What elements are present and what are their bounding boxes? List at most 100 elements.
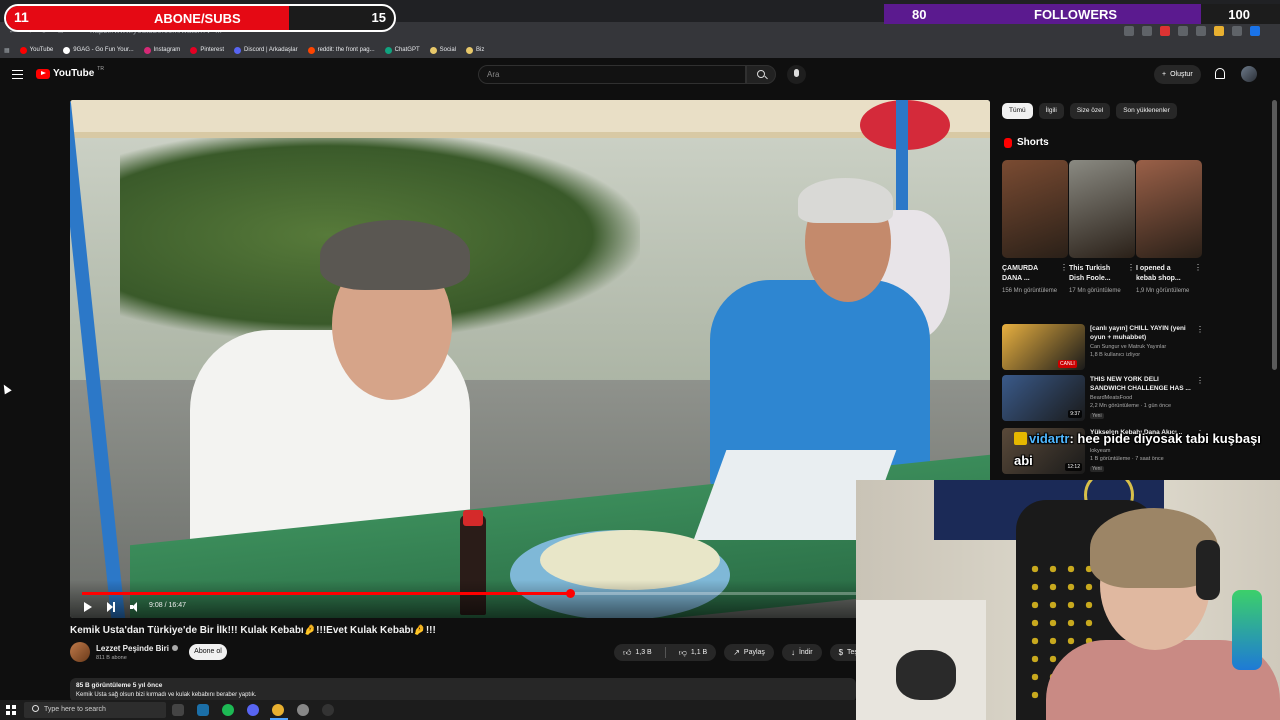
short-views: 156 Mn görüntüleme xyxy=(1002,288,1058,294)
chrome-icon[interactable] xyxy=(272,704,284,716)
short-card[interactable]: ÇAMURDA DANA ... 156 Mn görüntüleme ⋮ xyxy=(1002,160,1068,295)
follower-count: 80 xyxy=(912,7,927,22)
short-thumbnail[interactable] xyxy=(1136,160,1202,258)
youtube-logo-text: YouTube xyxy=(53,68,95,79)
recommendation-thumbnail[interactable]: CANLI xyxy=(1002,324,1085,370)
create-button[interactable]: + Oluştur xyxy=(1154,65,1201,84)
short-thumbnail[interactable] xyxy=(1069,160,1135,258)
dislike-button[interactable]: 👎︎ 1,1 B xyxy=(670,644,716,661)
like-button[interactable]: 👍︎ 1,3 B xyxy=(614,644,661,661)
channel-name-text[interactable]: Lezzet Peşinde Biri xyxy=(96,644,169,653)
bookmark-item[interactable]: Discord | Arkadaşlar xyxy=(234,46,298,54)
bookmark-item[interactable]: reddit: the front pag... xyxy=(307,46,375,54)
recommendation-item[interactable]: 9:37 THIS NEW YORK DELI SANDWICH CHALLENG… xyxy=(1002,375,1204,423)
shorts-heading-text: Shorts xyxy=(1017,137,1049,148)
filter-chip[interactable]: Son yüklenenler xyxy=(1116,103,1177,119)
extension-icon[interactable] xyxy=(1232,26,1242,36)
discord-icon[interactable] xyxy=(247,704,259,716)
spotify-icon[interactable] xyxy=(222,704,234,716)
filter-chip[interactable]: Tümü xyxy=(1002,103,1033,119)
follower-goal-bar: 80 FOLLOWERS 100 xyxy=(884,4,1280,24)
chat-badge-icon xyxy=(1014,432,1027,445)
verified-icon xyxy=(171,645,178,651)
short-card[interactable]: I opened a kebab shop... 1,9 Mn görüntüle… xyxy=(1136,160,1202,295)
apps-icon[interactable]: ▦ xyxy=(4,47,10,54)
search-button[interactable] xyxy=(746,65,776,84)
bookmark-item[interactable]: Social xyxy=(429,46,456,54)
play-icon[interactable] xyxy=(84,602,92,612)
bookmark-label: ChatGPT xyxy=(394,47,420,53)
more-options-icon[interactable]: ⋮ xyxy=(1060,264,1068,272)
channel-name[interactable]: Lezzet Peşinde Biri xyxy=(96,644,178,653)
extension-icon[interactable] xyxy=(1178,26,1188,36)
short-title[interactable]: ÇAMURDA DANA ... xyxy=(1002,264,1058,284)
settings-icon[interactable] xyxy=(297,704,309,716)
filter-chip[interactable]: Size özel xyxy=(1069,103,1111,119)
bookmark-item[interactable]: YouTube xyxy=(19,46,53,54)
recommendation-channel[interactable]: BeardMeatsFood xyxy=(1090,395,1132,401)
webcam-headset xyxy=(1196,540,1220,600)
recommendation-title[interactable]: [canlı yayın] CHILL YAYIN (yeni oyun + m… xyxy=(1090,324,1196,342)
recommendation-meta: 2,2 Mn görüntüleme · 1 gün önce xyxy=(1090,403,1172,409)
recommendation-thumbnail[interactable]: 9:37 xyxy=(1002,375,1085,421)
short-views: 1,9 Mn görüntüleme xyxy=(1136,288,1190,294)
extension-icon[interactable] xyxy=(1124,26,1134,36)
like-count: 1,3 B xyxy=(635,649,652,656)
task-view-icon[interactable] xyxy=(172,704,184,716)
extension-icon[interactable] xyxy=(1142,26,1152,36)
progress-fill xyxy=(82,592,571,595)
search-icon xyxy=(757,70,765,78)
extension-icon[interactable] xyxy=(1160,26,1170,36)
search-placeholder: Ara xyxy=(487,70,500,79)
follower-goal-label: FOLLOWERS xyxy=(1034,7,1118,22)
channel-avatar[interactable] xyxy=(70,642,90,662)
progress-bar[interactable] xyxy=(82,589,978,598)
video-player[interactable]: 9:08 / 16:47 xyxy=(70,100,990,618)
bookmark-item[interactable]: ChatGPT xyxy=(384,46,420,54)
sidebar-scrollbar[interactable] xyxy=(1272,100,1277,370)
bookmark-label: reddit: the front pag... xyxy=(317,47,375,53)
follower-goal-target: 100 xyxy=(1228,7,1250,22)
user-avatar[interactable] xyxy=(1241,66,1257,82)
bookmark-item[interactable]: Biz xyxy=(465,46,485,54)
bookmark-label: Social xyxy=(439,47,456,53)
volume-icon[interactable] xyxy=(130,602,140,612)
filter-chip[interactable]: İlgili xyxy=(1038,103,1064,119)
more-options-icon[interactable]: ⋮ xyxy=(1127,264,1135,272)
extension-icon[interactable] xyxy=(1214,26,1224,36)
recommendation-channel[interactable]: Can Sungur ve Matruk Yayınlar xyxy=(1090,344,1166,350)
download-button[interactable]: ↓ İndir xyxy=(781,644,822,661)
next-icon[interactable] xyxy=(107,602,115,612)
recommendation-title[interactable]: THIS NEW YORK DELI SANDWICH CHALLENGE HA… xyxy=(1090,375,1196,393)
recommendation-item[interactable]: CANLI [canlı yayın] CHILL YAYIN (yeni oyu… xyxy=(1002,324,1204,372)
subscribe-button[interactable]: Abone ol xyxy=(189,644,227,660)
video-title: Kemik Usta'dan Türkiye'de Bir İlk!!! Kul… xyxy=(70,625,436,636)
more-options-icon[interactable]: ⋮ xyxy=(1196,326,1204,334)
obs-icon[interactable] xyxy=(322,704,334,716)
menu-icon[interactable] xyxy=(12,70,23,79)
windows-start-icon[interactable] xyxy=(6,705,16,715)
short-thumbnail[interactable] xyxy=(1002,160,1068,258)
search-icon xyxy=(32,705,39,712)
bookmark-item[interactable]: Pinterest xyxy=(190,46,224,54)
taskbar-search-input[interactable]: Type here to search xyxy=(24,702,166,718)
extension-icon[interactable] xyxy=(1196,26,1206,36)
more-options-icon[interactable]: ⋮ xyxy=(1194,264,1202,272)
more-options-icon[interactable]: ⋮ xyxy=(1196,377,1204,385)
steam-icon[interactable] xyxy=(197,704,209,716)
notifications-bell-icon[interactable] xyxy=(1215,68,1225,79)
bookmark-item[interactable]: Instagram xyxy=(143,46,180,54)
share-button[interactable]: ↗ Paylaş xyxy=(724,644,774,661)
short-card[interactable]: This Turkish Dish Foole... 17 Mn görüntül… xyxy=(1069,160,1135,295)
video-actions: 👍︎ 1,3 B 👎︎ 1,1 B ↗ Paylaş ↓ İndir $ Teş… xyxy=(614,644,885,661)
profile-icon[interactable] xyxy=(1250,26,1260,36)
microphone-icon[interactable] xyxy=(787,65,806,84)
bookmark-item[interactable]: 9GAG - Go Fun Your... xyxy=(63,46,134,54)
search-input[interactable]: Ara xyxy=(478,65,746,84)
bookmark-label: Biz xyxy=(475,47,485,53)
youtube-logo[interactable]: YouTube TR xyxy=(36,66,104,79)
short-title[interactable]: I opened a kebab shop... xyxy=(1136,264,1192,284)
description-box[interactable] xyxy=(70,678,856,702)
short-title[interactable]: This Turkish Dish Foole... xyxy=(1069,264,1125,284)
shorts-heading: Shorts xyxy=(1004,137,1049,148)
